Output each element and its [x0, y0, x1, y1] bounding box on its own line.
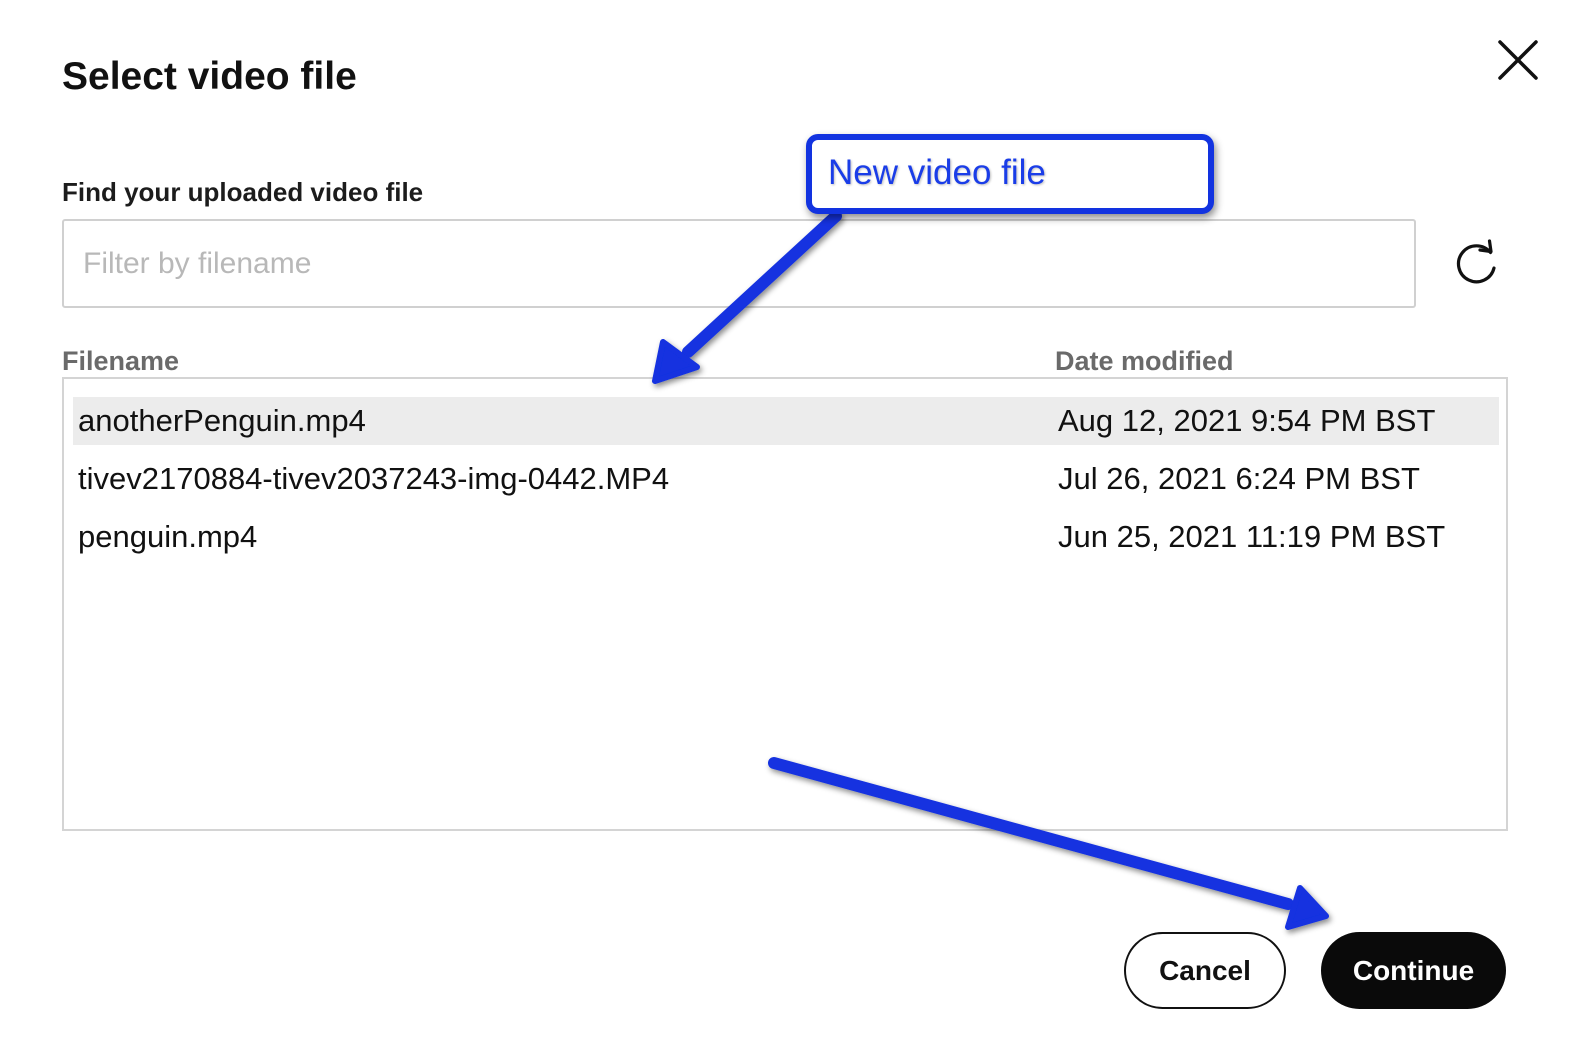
file-name: penguin.mp4 — [78, 519, 258, 554]
close-icon — [1498, 40, 1538, 80]
file-name: tivev2170884-tivev2037243-img-0442.MP4 — [78, 461, 670, 496]
refresh-icon — [1456, 239, 1496, 284]
annotation-callout: New video file — [806, 134, 1214, 214]
file-date: Jun 25, 2021 11:19 PM BST — [1058, 519, 1446, 554]
cancel-button[interactable]: Cancel — [1124, 932, 1286, 1009]
close-button[interactable] — [1490, 36, 1546, 86]
continue-button[interactable]: Continue — [1321, 932, 1506, 1009]
filter-label: Find your uploaded video file — [62, 177, 424, 207]
refresh-button[interactable] — [1450, 238, 1504, 292]
file-list[interactable]: anotherPenguin.mp4 Aug 12, 2021 9:54 PM … — [62, 377, 1508, 831]
file-row[interactable]: tivev2170884-tivev2037243-img-0442.MP4 J… — [73, 455, 1499, 503]
callout-text: New video file — [828, 153, 1046, 192]
filter-input[interactable] — [62, 219, 1416, 308]
file-date: Jul 26, 2021 6:24 PM BST — [1058, 461, 1420, 496]
select-video-dialog: Select video file Find your uploaded vid… — [0, 0, 1574, 1064]
dialog-title: Select video file — [62, 55, 357, 98]
column-header-filename[interactable]: Filename — [62, 343, 179, 379]
file-date: Aug 12, 2021 9:54 PM BST — [1058, 403, 1436, 438]
file-name: anotherPenguin.mp4 — [78, 403, 366, 438]
column-header-date-modified[interactable]: Date modified — [1055, 343, 1234, 379]
file-row[interactable]: anotherPenguin.mp4 Aug 12, 2021 9:54 PM … — [73, 397, 1499, 445]
file-row[interactable]: penguin.mp4 Jun 25, 2021 11:19 PM BST — [73, 513, 1499, 561]
